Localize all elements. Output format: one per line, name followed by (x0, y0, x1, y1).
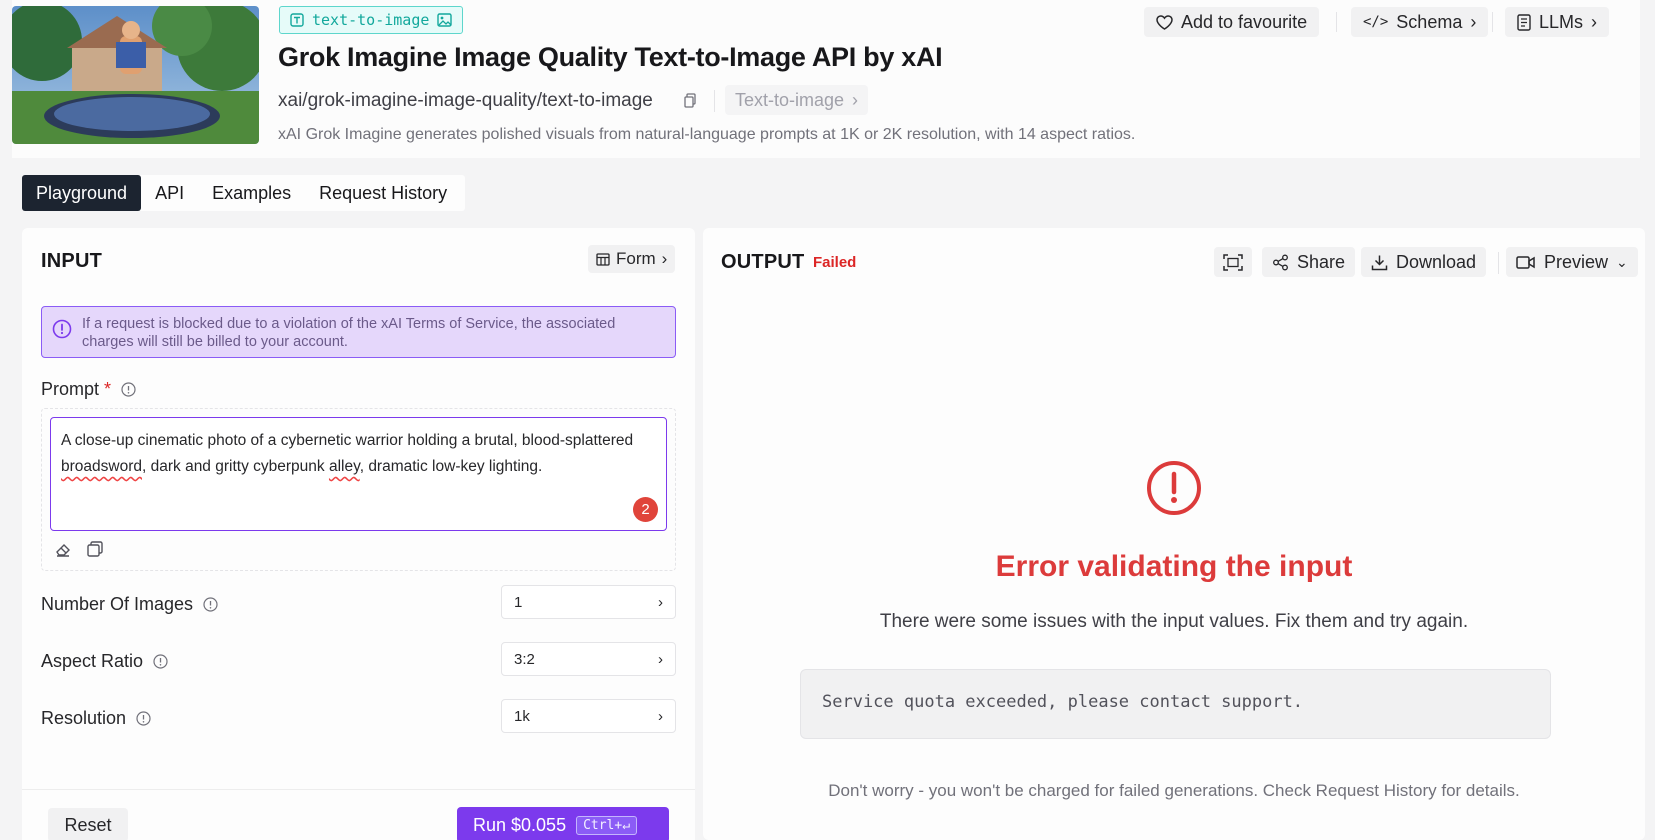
error-icon (1147, 461, 1201, 515)
form-view-label: Form (616, 249, 656, 268)
add-to-favourite-label: Add to favourite (1181, 11, 1308, 32)
llms-label: LLMs (1539, 11, 1584, 32)
info-icon[interactable] (136, 711, 151, 726)
tab-api[interactable]: API (141, 175, 198, 211)
info-icon[interactable] (153, 654, 168, 669)
prompt-field-wrapper: A close-up cinematic photo of a cybernet… (41, 408, 676, 571)
output-title: OUTPUT (721, 251, 805, 273)
copy-icon[interactable] (86, 540, 104, 558)
share-icon (1273, 254, 1288, 270)
copy-icon[interactable] (683, 93, 697, 108)
chevron-right-icon: › (1591, 11, 1598, 32)
status-badge: Failed (813, 254, 857, 271)
number-of-images-value: 1 (514, 593, 523, 611)
tab-playground[interactable]: Playground (22, 175, 142, 211)
category-link-label: Text-to-image (735, 89, 845, 110)
model-slug: xai/grok-imagine-image-quality/text-to-i… (278, 90, 653, 111)
share-label: Share (1297, 251, 1346, 272)
preview-label: Preview (1544, 251, 1609, 272)
download-label: Download (1396, 251, 1477, 272)
code-icon: </> (1363, 14, 1389, 30)
schema-button[interactable]: </> Schema › (1351, 7, 1489, 37)
chevron-right-icon: › (1470, 11, 1477, 32)
fullscreen-icon (1223, 253, 1243, 271)
tab-bar: Playground API Examples Request History (22, 175, 465, 211)
chevron-right-icon: › (658, 707, 663, 725)
schema-label: Schema (1396, 11, 1463, 32)
error-subtitle: There were some issues with the input va… (879, 611, 1469, 632)
chevron-right-icon: › (661, 249, 668, 268)
output-panel: OUTPUT Failed Share Download Preview ⌄ E… (703, 228, 1645, 840)
preview-dropdown[interactable]: Preview ⌄ (1506, 247, 1638, 277)
divider (714, 90, 715, 112)
resolution-value: 1k (514, 707, 530, 725)
resolution-select[interactable]: 1k › (501, 699, 676, 733)
download-button[interactable]: Download (1361, 247, 1487, 277)
run-shortcut: Ctrl+↵ (576, 815, 638, 835)
required-mark: * (104, 379, 112, 399)
download-icon (1371, 255, 1388, 270)
page-title: Grok Imagine Image Quality Text-to-Image… (278, 42, 943, 72)
error-note: Don't worry - you won't be charged for f… (828, 781, 1520, 800)
image-icon (437, 13, 453, 27)
prompt-textarea[interactable]: A close-up cinematic photo of a cybernet… (50, 417, 667, 531)
heart-icon (1156, 14, 1173, 30)
divider (1336, 12, 1337, 32)
tos-alert: If a request is blocked due to a violati… (41, 306, 676, 358)
prompt-label: Prompt * (41, 379, 136, 400)
category-tag[interactable]: text-to-image (279, 6, 464, 34)
form-view-button[interactable]: Form › (588, 245, 676, 273)
add-to-favourite-button[interactable]: Add to favourite (1144, 7, 1320, 37)
divider (1498, 252, 1499, 274)
tab-examples[interactable]: Examples (198, 175, 305, 211)
category-link[interactable]: Text-to-image › (725, 85, 869, 115)
chevron-down-icon: ⌄ (1616, 253, 1628, 270)
aspect-ratio-value: 3:2 (514, 650, 535, 668)
model-description: xAI Grok Imagine generates polished visu… (278, 126, 1136, 143)
run-button[interactable]: Run $0.055 Ctrl+↵ (457, 807, 669, 840)
video-icon (1516, 255, 1535, 269)
model-thumbnail (12, 6, 259, 144)
aspect-ratio-select[interactable]: 3:2 › (501, 642, 676, 676)
input-title: INPUT (41, 250, 102, 272)
share-button[interactable]: Share (1262, 247, 1356, 277)
chevron-right-icon: › (658, 593, 663, 611)
input-footer: Reset Run $0.055 Ctrl+↵ (22, 789, 695, 840)
info-icon[interactable] (203, 597, 218, 612)
text-icon (290, 13, 304, 27)
prompt-text: A close-up cinematic photo of a cybernet… (61, 432, 634, 475)
error-count-badge: 2 (633, 497, 658, 522)
document-icon (1517, 13, 1531, 31)
reset-button[interactable]: Reset (48, 808, 128, 840)
input-panel: INPUT Form › If a request is blocked due… (22, 228, 695, 840)
run-label: Run $0.055 (473, 814, 567, 835)
category-tag-label: text-to-image (312, 11, 430, 29)
llms-button[interactable]: LLMs › (1505, 7, 1610, 37)
number-of-images-select[interactable]: 1 › (501, 585, 676, 619)
alert-circle-icon (52, 319, 72, 339)
fullscreen-button[interactable] (1214, 247, 1252, 277)
divider (1492, 12, 1493, 32)
alert-text: If a request is blocked due to a violati… (82, 316, 616, 350)
chevron-right-icon: › (852, 89, 859, 110)
tab-request-history[interactable]: Request History (305, 175, 461, 211)
number-of-images-label: Number Of Images (41, 594, 218, 615)
eraser-icon[interactable] (54, 540, 72, 558)
error-message: Service quota exceeded, please contact s… (800, 669, 1551, 739)
info-icon[interactable] (121, 382, 136, 397)
aspect-ratio-label: Aspect Ratio (41, 651, 168, 672)
table-icon (596, 252, 610, 266)
prompt-label-text: Prompt (41, 379, 100, 399)
error-title: Error validating the input (995, 550, 1353, 583)
resolution-label: Resolution (41, 708, 151, 729)
chevron-right-icon: › (658, 650, 663, 668)
